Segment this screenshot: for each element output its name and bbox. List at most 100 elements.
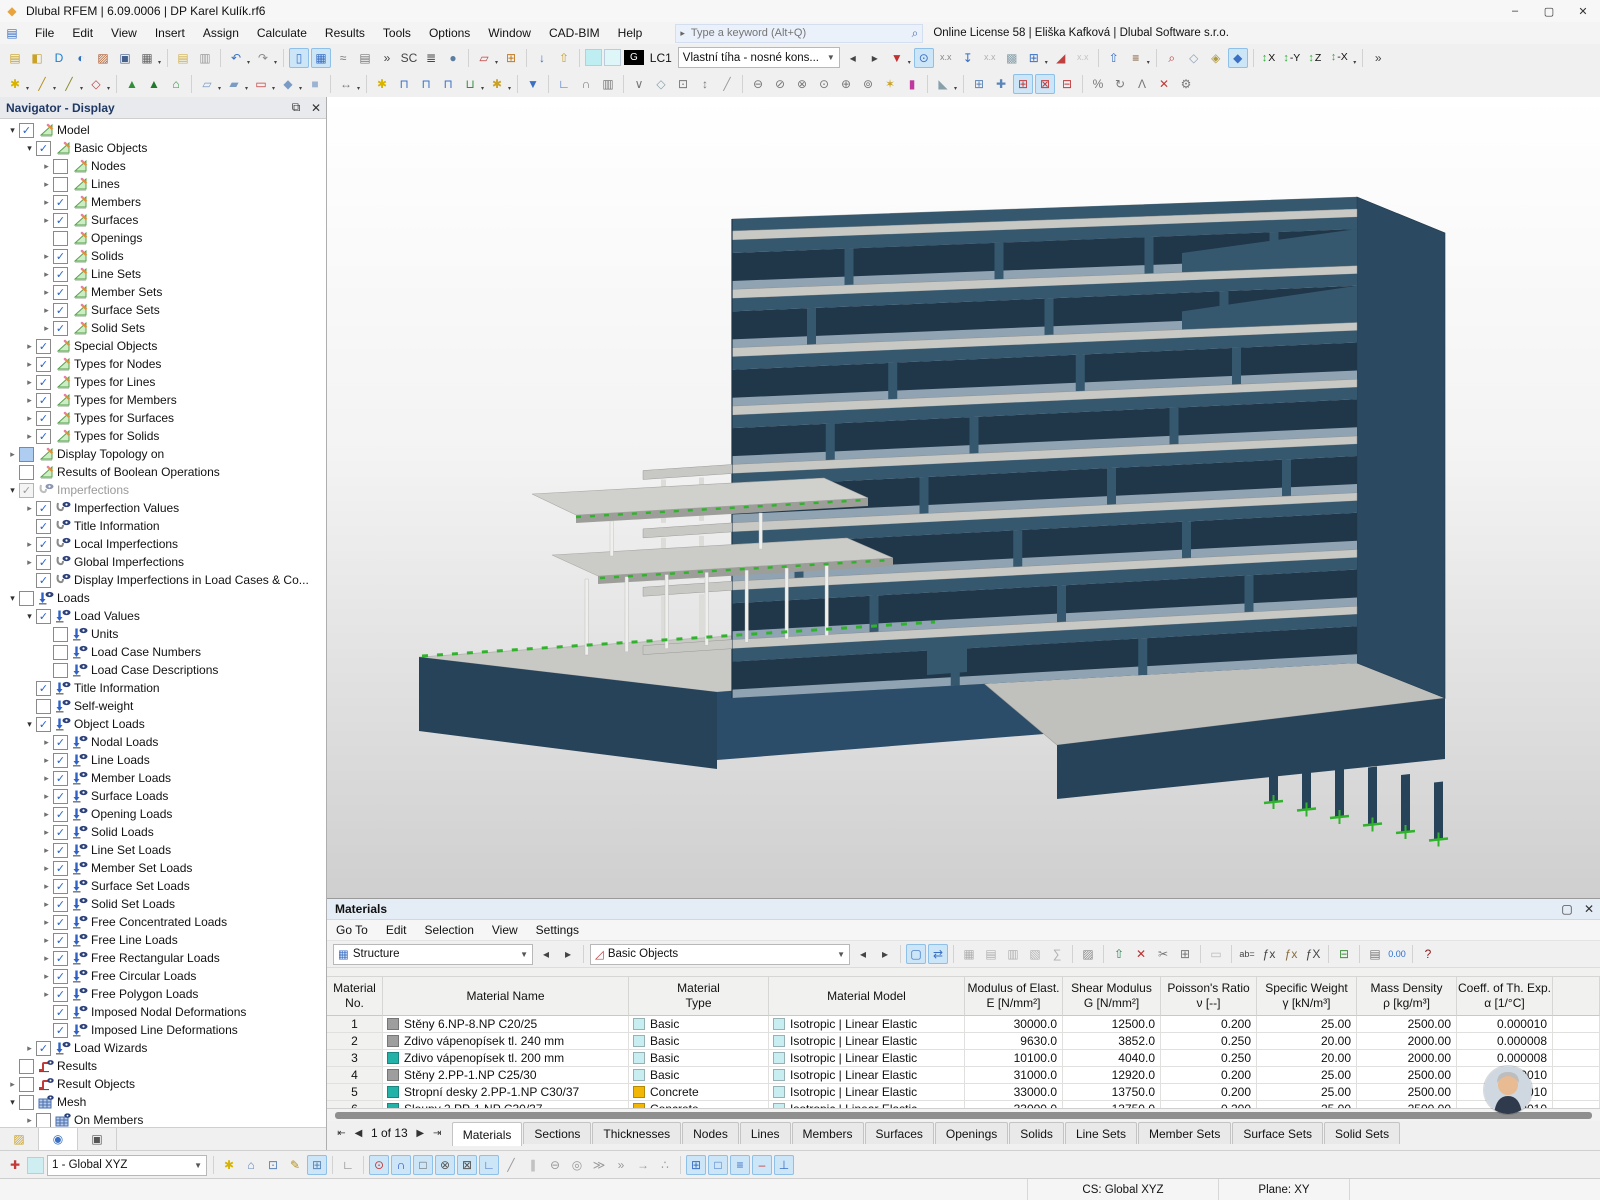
online-models-icon[interactable]: ◐ bbox=[71, 48, 91, 68]
work-plane-axes-icon[interactable]: ✚ bbox=[5, 1155, 25, 1175]
new-nodal-load-icon[interactable]: ↓ bbox=[532, 48, 552, 68]
tree-expander-icon[interactable]: ▸ bbox=[40, 251, 53, 262]
decimal-places-icon[interactable]: 0.00 bbox=[1387, 944, 1407, 964]
new-visibility-star-icon[interactable]: ✱ bbox=[219, 1155, 239, 1175]
export-excel-icon[interactable]: ⇧ bbox=[1109, 944, 1129, 964]
view-axis-z[interactable]: ↕ Z bbox=[1305, 48, 1324, 68]
search-icon[interactable]: ⌕ bbox=[912, 26, 919, 41]
formula-fx-icon[interactable]: ƒx bbox=[1259, 944, 1279, 964]
scale-percent-icon[interactable]: % bbox=[1088, 74, 1108, 94]
tree-item-model[interactable]: ▾ Model bbox=[0, 121, 326, 139]
tree-checkbox[interactable] bbox=[53, 158, 68, 174]
materials-menu-view[interactable]: View bbox=[483, 922, 527, 938]
magic-wand-icon[interactable]: ✶ bbox=[880, 74, 900, 94]
pin-marker-icon[interactable]: ▮ bbox=[902, 74, 922, 94]
tree-item-line-sets[interactable]: ▸ Line Sets bbox=[0, 265, 326, 283]
mesh-grid-icon[interactable]: ⊞ bbox=[969, 74, 989, 94]
ab-equals-icon[interactable]: ab= bbox=[1237, 944, 1257, 964]
tree-expander-icon[interactable]: ▸ bbox=[40, 971, 53, 982]
delete-all-rows-icon[interactable]: ✕ bbox=[1131, 944, 1151, 964]
tree-expander-icon[interactable]: ▸ bbox=[23, 359, 36, 370]
ruler-show-icon[interactable]: ⊥ bbox=[774, 1155, 794, 1175]
minimize-button[interactable]: – bbox=[1498, 1, 1532, 22]
snap-circle-icon[interactable]: ◎ bbox=[567, 1155, 587, 1175]
materials-maximize-icon[interactable]: ▢ bbox=[1556, 902, 1578, 916]
tree-item-solids[interactable]: ▸ Solids bbox=[0, 247, 326, 265]
new-surface-nurbs-icon[interactable]: ▰ bbox=[224, 74, 248, 94]
tree-checkbox[interactable] bbox=[53, 752, 68, 768]
cube-edit-icon[interactable]: ✎ bbox=[285, 1155, 305, 1175]
new-dimension-icon[interactable]: ↔ bbox=[336, 74, 360, 94]
tree-expander-icon[interactable]: ▸ bbox=[40, 809, 53, 820]
table-sum-icon[interactable]: ∑ bbox=[1047, 944, 1067, 964]
export-to-solver-icon[interactable]: ⇧ bbox=[1104, 48, 1124, 68]
table-row[interactable]: 3 Zdivo vápenopísek tl. 200 mm Basic Isotro… bbox=[327, 1050, 1600, 1067]
table-grid-view-icon[interactable]: ▦ bbox=[959, 944, 979, 964]
tree-item-free-line-loads[interactable]: ▸ Free Line Loads bbox=[0, 931, 326, 949]
tree-item-types-for-surfaces[interactable]: ▸ Types for Surfaces bbox=[0, 409, 326, 427]
user-avatar[interactable] bbox=[1484, 1066, 1532, 1114]
mesh-node-icon[interactable]: ✚ bbox=[991, 74, 1011, 94]
render-dice-icon[interactable]: ⊡ bbox=[673, 74, 693, 94]
menu-help[interactable]: Help bbox=[609, 24, 652, 42]
tree-item-load-values[interactable]: ▾ Load Values bbox=[0, 607, 326, 625]
table-tab-lines[interactable]: Lines bbox=[739, 1122, 791, 1144]
tree-item-title-information[interactable]: Title Information bbox=[0, 679, 326, 697]
load-arrow-values-icon[interactable]: ↧ bbox=[958, 48, 978, 68]
tree-item-nodes[interactable]: ▸ Nodes bbox=[0, 157, 326, 175]
tree-item-types-for-nodes[interactable]: ▸ Types for Nodes bbox=[0, 355, 326, 373]
save-model-icon[interactable]: ▣ bbox=[115, 48, 135, 68]
mesh-fem-refine-icon[interactable]: ⊠ bbox=[1035, 74, 1055, 94]
tree-expander-icon[interactable]: ▸ bbox=[23, 1115, 36, 1126]
tree-expander-icon[interactable]: ▸ bbox=[40, 773, 53, 784]
rendering-mode-icon[interactable]: ● bbox=[443, 48, 463, 68]
tree-checkbox[interactable] bbox=[53, 248, 68, 264]
table-tab-members[interactable]: Members bbox=[791, 1122, 864, 1144]
tree-expander-icon[interactable]: ▸ bbox=[6, 1079, 19, 1090]
tree-expander-icon[interactable]: ▸ bbox=[40, 179, 53, 190]
cube-plane-icon[interactable]: ⌂ bbox=[241, 1155, 261, 1175]
tree-checkbox[interactable] bbox=[53, 1022, 68, 1038]
tree-checkbox[interactable] bbox=[36, 140, 51, 156]
tree-item-object-loads[interactable]: ▾ Object Loads bbox=[0, 715, 326, 733]
tree-expander-icon[interactable]: ▾ bbox=[23, 611, 36, 622]
tree-item-display-imperfections-in-load-cases-co[interactable]: Display Imperfections in Load Cases & Co… bbox=[0, 571, 326, 589]
generate-nodal-load-icon[interactable]: ✱ bbox=[372, 74, 392, 94]
view-axis-x[interactable]: ↕ X bbox=[1259, 48, 1279, 68]
release-hinge-6-icon[interactable]: ⊚ bbox=[858, 74, 878, 94]
tree-checkbox[interactable] bbox=[53, 932, 68, 948]
tree-checkbox[interactable] bbox=[53, 302, 68, 318]
structure-combo[interactable]: ▦ Structure ▼ bbox=[333, 943, 533, 965]
new-solid-box-icon[interactable]: ■ bbox=[305, 74, 325, 94]
knife-cut-icon[interactable]: ◣ bbox=[933, 74, 957, 94]
tree-item-global-imperfections[interactable]: ▸ Global Imperfections bbox=[0, 553, 326, 571]
tree-checkbox[interactable] bbox=[19, 482, 34, 498]
tree-expander-icon[interactable]: ▸ bbox=[40, 899, 53, 910]
cut-row-icon[interactable]: ✂ bbox=[1153, 944, 1173, 964]
tree-expander-icon[interactable]: ▸ bbox=[40, 935, 53, 946]
nav-tab-data[interactable]: ▨ bbox=[0, 1128, 39, 1150]
tree-item-line-loads[interactable]: ▸ Line Loads bbox=[0, 751, 326, 769]
building-model-3d[interactable] bbox=[327, 97, 1600, 898]
table-row[interactable]: 4 Stěny 2.PP-1.NP C25/30 Basic Isotropic | … bbox=[327, 1067, 1600, 1084]
tree-item-member-sets[interactable]: ▸ Member Sets bbox=[0, 283, 326, 301]
new-polyline-icon[interactable]: ◇ bbox=[86, 74, 110, 94]
cube-arrow-icon[interactable]: ⊡ bbox=[263, 1155, 283, 1175]
tree-checkbox[interactable] bbox=[53, 212, 68, 228]
table-row[interactable]: 6 Sloupy 2.PP-1.NP C30/37 Concrete Isotropi… bbox=[327, 1101, 1600, 1108]
prev-table-icon[interactable]: ◀ bbox=[350, 1128, 367, 1139]
mesh-fem-icon[interactable]: ⊞ bbox=[1013, 74, 1033, 94]
tree-item-local-imperfections[interactable]: ▸ Local Imperfections bbox=[0, 535, 326, 553]
screenshot-table-icon[interactable]: ▨ bbox=[1078, 944, 1098, 964]
generate-surface-load-icon[interactable]: ⊓ bbox=[438, 74, 458, 94]
ramp-values-icon[interactable]: x.x bbox=[1073, 48, 1093, 68]
select-window-icon[interactable]: □ bbox=[708, 1155, 728, 1175]
new-member-set-icon[interactable]: ▲ bbox=[144, 74, 164, 94]
work-diagram-icon[interactable]: ∟ bbox=[554, 74, 574, 94]
tree-expander-icon[interactable]: ▾ bbox=[23, 143, 36, 154]
tree-item-result-objects[interactable]: ▸ Result Objects bbox=[0, 1075, 326, 1093]
tree-checkbox[interactable] bbox=[53, 860, 68, 876]
tree-checkbox[interactable] bbox=[53, 896, 68, 912]
coord-system-combo[interactable]: 1 - Global XYZ ▼ bbox=[47, 1154, 207, 1176]
release-hinge-1-icon[interactable]: ⊖ bbox=[748, 74, 768, 94]
